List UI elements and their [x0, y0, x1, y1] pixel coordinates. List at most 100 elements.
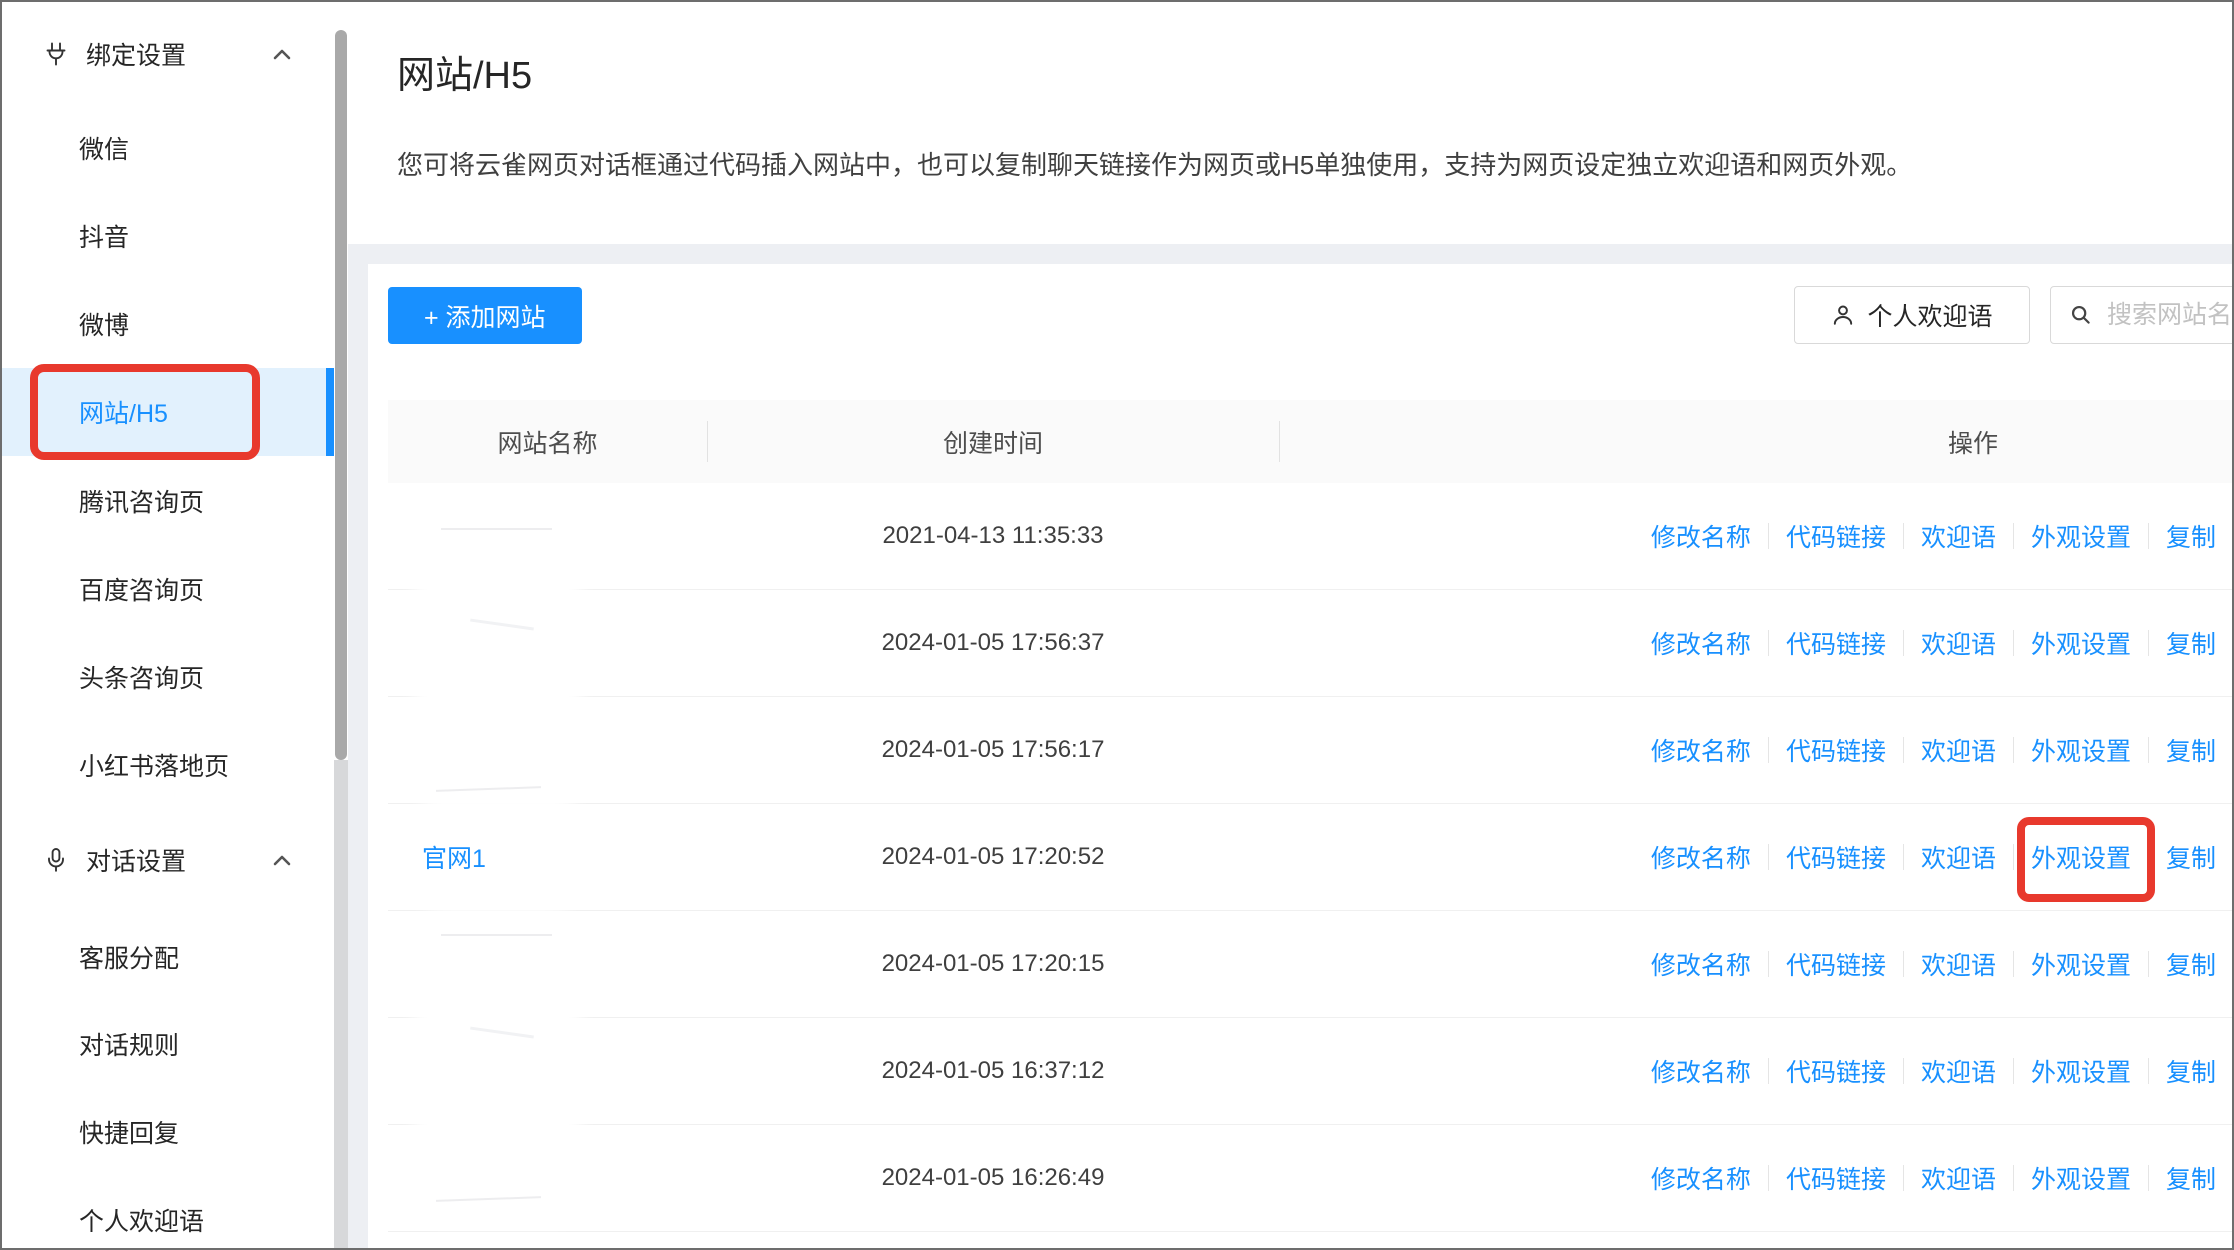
sidebar-group-binding-settings[interactable]: 绑定设置: [2, 10, 334, 98]
appearance-settings-link[interactable]: 外观设置: [2031, 1160, 2131, 1196]
action-divider: [2148, 630, 2149, 656]
scrollbar-thumb[interactable]: [335, 30, 347, 760]
sidebar-item-xiaohongshu-landing[interactable]: 小红书落地页: [2, 721, 334, 809]
action-divider: [2013, 951, 2014, 977]
action-divider: [1903, 1165, 1904, 1191]
action-divider: [2148, 523, 2149, 549]
appearance-settings-link[interactable]: 外观设置: [2031, 518, 2131, 554]
sidebar-item-weibo[interactable]: 微博: [2, 280, 334, 368]
column-header-time: 创建时间: [707, 424, 1279, 460]
appearance-settings-link[interactable]: 外观设置: [2031, 1053, 2131, 1089]
code-link[interactable]: 代码链接: [1786, 1160, 1886, 1196]
column-separator: [707, 421, 708, 462]
appearance-settings-link[interactable]: 外观设置: [2031, 732, 2131, 768]
rename-link[interactable]: 修改名称: [1651, 839, 1751, 875]
rename-link[interactable]: 修改名称: [1651, 1160, 1751, 1196]
welcome-message-link[interactable]: 欢迎语: [1921, 1053, 1996, 1089]
sidebar-item-website-h5[interactable]: 网站/H5: [2, 368, 334, 456]
table-body: 2021-04-13 11:35:33 修改名称 代码链接 欢迎语 外观设置 复…: [388, 483, 2232, 1232]
chevron-up-icon[interactable]: [270, 45, 294, 63]
scrollbar-track[interactable]: [334, 760, 348, 1248]
search-input[interactable]: [2105, 300, 2234, 331]
appearance-settings-link[interactable]: 外观设置: [2031, 946, 2131, 982]
rename-link[interactable]: 修改名称: [1651, 518, 1751, 554]
action-divider: [2013, 630, 2014, 656]
table-row: 2024-01-05 16:37:12 修改名称 代码链接 欢迎语 外观设置 复…: [388, 1018, 2232, 1125]
website-name-link[interactable]: 官网1: [388, 839, 707, 875]
welcome-message-link[interactable]: 欢迎语: [1921, 625, 1996, 661]
copy-link[interactable]: 复制: [2166, 732, 2216, 768]
copy-link[interactable]: 复制: [2166, 839, 2216, 875]
welcome-message-link[interactable]: 欢迎语: [1921, 518, 1996, 554]
sidebar-item-agent-assign[interactable]: 客服分配: [2, 913, 334, 1001]
appearance-settings-link[interactable]: 外观设置: [2031, 625, 2131, 661]
sidebar-group-dialog-settings[interactable]: 对话设置: [2, 816, 334, 904]
page-description: 您可将云雀网页对话框通过代码插入网站中，也可以复制聊天链接作为网页或H5单独使用…: [397, 145, 1912, 182]
sidebar-scrollbar: [334, 2, 348, 1248]
sidebar-item-personal-welcome[interactable]: 个人欢迎语: [2, 1176, 334, 1250]
row-actions: 修改名称 代码链接 欢迎语 外观设置 复制: [1279, 1053, 2232, 1089]
action-divider: [2013, 737, 2014, 763]
code-link[interactable]: 代码链接: [1786, 732, 1886, 768]
person-icon: [1831, 303, 1855, 327]
action-divider: [2148, 737, 2149, 763]
page-header: 网站/H5 您可将云雀网页对话框通过代码插入网站中，也可以复制聊天链接作为网页或…: [348, 2, 2232, 244]
sidebar-item-tencent-consult[interactable]: 腾讯咨询页: [2, 457, 334, 545]
app-window: 绑定设置 微信 抖音 微博 网站/H5 腾讯咨询页 百度咨询页 头条咨询页 小红…: [0, 0, 2234, 1250]
websites-table: 网站名称 创建时间 操作 2021-04-13 11:35:33 修改名称 代码…: [388, 400, 2232, 1232]
page-background-band: [348, 244, 2232, 264]
action-divider: [1903, 630, 1904, 656]
sidebar-item-douyin[interactable]: 抖音: [2, 192, 334, 280]
welcome-message-link[interactable]: 欢迎语: [1921, 839, 1996, 875]
code-link[interactable]: 代码链接: [1786, 518, 1886, 554]
welcome-message-link[interactable]: 欢迎语: [1921, 732, 1996, 768]
welcome-message-link[interactable]: 欢迎语: [1921, 946, 1996, 982]
table-row: 2024-01-05 16:26:49 修改名称 代码链接 欢迎语 外观设置 复…: [388, 1125, 2232, 1232]
add-website-button[interactable]: + 添加网站: [388, 287, 582, 344]
row-actions: 修改名称 代码链接 欢迎语 外观设置 复制: [1279, 518, 2232, 554]
rename-link[interactable]: 修改名称: [1651, 946, 1751, 982]
created-time: 2024-01-05 17:20:52: [707, 843, 1279, 871]
created-time: 2024-01-05 17:56:37: [707, 629, 1279, 657]
sidebar-item-baidu-consult[interactable]: 百度咨询页: [2, 545, 334, 633]
code-link[interactable]: 代码链接: [1786, 839, 1886, 875]
code-link[interactable]: 代码链接: [1786, 1053, 1886, 1089]
rename-link[interactable]: 修改名称: [1651, 625, 1751, 661]
created-time: 2024-01-05 17:56:17: [707, 736, 1279, 764]
rename-link[interactable]: 修改名称: [1651, 1053, 1751, 1089]
created-time: 2024-01-05 16:26:49: [707, 1164, 1279, 1192]
chevron-up-icon[interactable]: [270, 851, 294, 869]
code-link[interactable]: 代码链接: [1786, 946, 1886, 982]
row-actions: 修改名称 代码链接 欢迎语 外观设置 复制: [1279, 732, 2232, 768]
action-divider: [2013, 844, 2014, 870]
copy-link[interactable]: 复制: [2166, 518, 2216, 554]
action-divider: [1768, 1058, 1769, 1084]
code-link[interactable]: 代码链接: [1786, 625, 1886, 661]
sidebar: 绑定设置 微信 抖音 微博 网站/H5 腾讯咨询页 百度咨询页 头条咨询页 小红…: [2, 2, 348, 1248]
created-time: 2021-04-13 11:35:33: [707, 522, 1279, 550]
sidebar-item-dialog-rules[interactable]: 对话规则: [2, 1000, 334, 1088]
appearance-settings-link[interactable]: 外观设置: [2031, 839, 2131, 875]
rename-link[interactable]: 修改名称: [1651, 732, 1751, 768]
table-header: 网站名称 创建时间 操作: [388, 400, 2232, 483]
action-divider: [2148, 844, 2149, 870]
personal-welcome-button[interactable]: 个人欢迎语: [1794, 286, 2030, 344]
table-row: 2024-01-05 17:56:17 修改名称 代码链接 欢迎语 外观设置 复…: [388, 697, 2232, 804]
welcome-message-link[interactable]: 欢迎语: [1921, 1160, 1996, 1196]
table-row: 官网1 2024-01-05 17:20:52 修改名称 代码链接 欢迎语 外观…: [388, 804, 2232, 911]
sidebar-item-wechat[interactable]: 微信: [2, 104, 334, 192]
copy-link[interactable]: 复制: [2166, 946, 2216, 982]
action-divider: [2013, 1058, 2014, 1084]
copy-link[interactable]: 复制: [2166, 1053, 2216, 1089]
column-header-name: 网站名称: [388, 424, 707, 460]
sidebar-group-label: 对话设置: [86, 842, 186, 878]
row-actions: 修改名称 代码链接 欢迎语 外观设置 复制: [1279, 946, 2232, 982]
action-divider: [1768, 1165, 1769, 1191]
action-divider: [1768, 737, 1769, 763]
action-divider: [1768, 630, 1769, 656]
copy-link[interactable]: 复制: [2166, 625, 2216, 661]
sidebar-item-toutiao-consult[interactable]: 头条咨询页: [2, 633, 334, 721]
sidebar-item-quick-replies[interactable]: 快捷回复: [2, 1088, 334, 1176]
action-divider: [1903, 737, 1904, 763]
copy-link[interactable]: 复制: [2166, 1160, 2216, 1196]
